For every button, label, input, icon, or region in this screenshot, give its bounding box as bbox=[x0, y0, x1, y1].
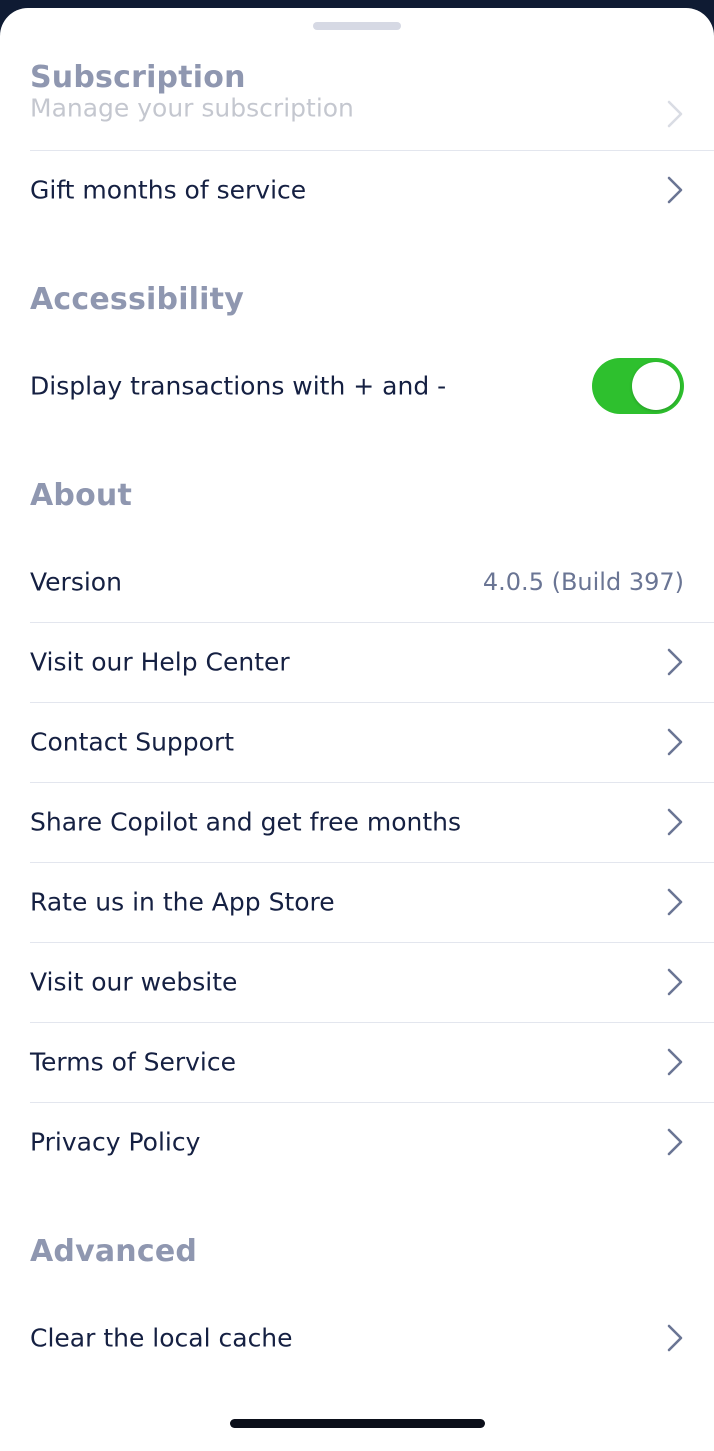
manage-subscription-row[interactable]: Manage your subscription bbox=[30, 70, 714, 150]
visit-website-row[interactable]: Visit our website bbox=[30, 942, 714, 1022]
rate-app-store-row[interactable]: Rate us in the App Store bbox=[30, 862, 714, 942]
chevron-right-icon bbox=[667, 1324, 683, 1352]
chevron-right-icon bbox=[667, 1048, 683, 1076]
section-title-accessibility: Accessibility bbox=[30, 282, 244, 317]
privacy-policy-row[interactable]: Privacy Policy bbox=[30, 1102, 714, 1182]
toggle-knob bbox=[632, 362, 680, 410]
gift-months-row[interactable]: Gift months of service bbox=[30, 150, 714, 230]
share-copilot-label: Share Copilot and get free months bbox=[30, 807, 462, 837]
terms-of-service-label: Terms of Service bbox=[30, 1047, 237, 1077]
gift-months-label: Gift months of service bbox=[30, 175, 307, 205]
version-value: 4.0.5 (Build 397) bbox=[482, 568, 684, 596]
chevron-right-icon bbox=[667, 648, 683, 676]
help-center-row[interactable]: Visit our Help Center bbox=[30, 622, 714, 702]
sheet-grabber-handle[interactable] bbox=[313, 22, 401, 30]
chevron-right-icon bbox=[667, 888, 683, 916]
chevron-right-icon bbox=[667, 1128, 683, 1156]
version-label: Version bbox=[30, 567, 122, 597]
share-copilot-row[interactable]: Share Copilot and get free months bbox=[30, 782, 714, 862]
settings-sheet: Subscription Manage your subscription Gi… bbox=[0, 8, 714, 1451]
visit-website-label: Visit our website bbox=[30, 967, 238, 997]
display-transactions-row: Display transactions with + and - bbox=[30, 346, 714, 426]
display-transactions-label: Display transactions with + and - bbox=[30, 371, 447, 401]
contact-support-row[interactable]: Contact Support bbox=[30, 702, 714, 782]
terms-of-service-row[interactable]: Terms of Service bbox=[30, 1022, 714, 1102]
rate-app-store-label: Rate us in the App Store bbox=[30, 887, 335, 917]
manage-subscription-label: Manage your subscription bbox=[30, 93, 354, 123]
chevron-right-icon bbox=[667, 808, 683, 836]
chevron-right-icon bbox=[667, 968, 683, 996]
privacy-policy-label: Privacy Policy bbox=[30, 1127, 201, 1157]
home-indicator[interactable] bbox=[230, 1419, 485, 1428]
section-title-about: About bbox=[30, 478, 133, 513]
chevron-right-icon bbox=[667, 100, 683, 128]
clear-cache-row[interactable]: Clear the local cache bbox=[30, 1298, 714, 1378]
clear-cache-label: Clear the local cache bbox=[30, 1323, 293, 1353]
chevron-right-icon bbox=[667, 728, 683, 756]
chevron-right-icon bbox=[667, 176, 683, 204]
contact-support-label: Contact Support bbox=[30, 727, 235, 757]
version-row: Version 4.0.5 (Build 397) bbox=[30, 542, 714, 622]
help-center-label: Visit our Help Center bbox=[30, 647, 290, 677]
display-transactions-toggle[interactable] bbox=[592, 358, 684, 414]
section-title-advanced: Advanced bbox=[30, 1234, 198, 1269]
